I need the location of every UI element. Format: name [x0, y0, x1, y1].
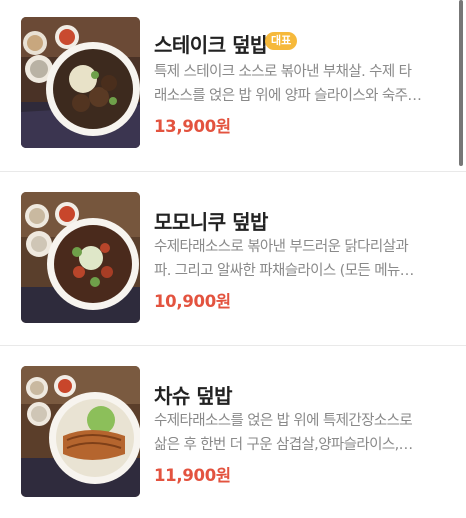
menu-item-price: 11,900원 — [154, 466, 231, 485]
menu-item-name: 차슈 덮밥 — [154, 384, 233, 408]
menu-item-price: 13,900원 — [154, 117, 231, 136]
chashu-rice-bowl-image — [21, 366, 140, 497]
menu-item-description: 수제타래소스로 볶아낸 부드러운 닭다리살과 파. 그리고 알싸한 파채슬라이스… — [154, 235, 446, 283]
description-line-2: 래소스를 얹은 밥 위에 양파 슬라이스와 숙주… — [154, 88, 422, 104]
description-line-1: 수제타래소스를 얹은 밥 위에 특제간장소스로 — [154, 413, 413, 429]
description-line-2: 파. 그리고 알싸한 파채슬라이스 (모든 메뉴… — [154, 263, 414, 279]
description-line-1: 수제타래소스로 볶아낸 부드러운 닭다리살과 — [154, 239, 409, 255]
menu-item-description: 수제타래소스를 얹은 밥 위에 특제간장소스로 삶은 후 한번 더 구운 삼겹살… — [154, 409, 446, 457]
menu-item-description: 특제 스테이크 소스로 볶아낸 부채살. 수제 타 래소스를 얹은 밥 위에 양… — [154, 60, 446, 108]
menu-item-price: 10,900원 — [154, 292, 231, 311]
menu-item-name: 모모니쿠 덮밥 — [154, 210, 268, 234]
menu-item-chashu-rice-bowl[interactable]: 차슈 덮밥 수제타래소스를 얹은 밥 위에 특제간장소스로 삶은 후 한번 더 … — [0, 346, 466, 518]
vertical-scrollbar[interactable] — [459, 0, 463, 166]
menu-item-steak-rice-bowl[interactable]: 스테이크 덮밥 대표 특제 스테이크 소스로 볶아낸 부채살. 수제 타 래소스… — [0, 0, 466, 172]
chicken-thigh-rice-bowl-image — [21, 192, 140, 323]
steak-rice-bowl-image — [21, 17, 140, 148]
description-line-1: 특제 스테이크 소스로 볶아낸 부채살. 수제 타 — [154, 64, 412, 80]
description-line-2: 삶은 후 한번 더 구운 삼겹살,양파슬라이스,… — [154, 437, 413, 453]
menu-item-momoniku-rice-bowl[interactable]: 모모니쿠 덮밥 수제타래소스로 볶아낸 부드러운 닭다리살과 파. 그리고 알싸… — [0, 172, 466, 344]
menu-item-name: 스테이크 덮밥 — [154, 33, 268, 57]
signature-badge: 대표 — [265, 32, 298, 50]
